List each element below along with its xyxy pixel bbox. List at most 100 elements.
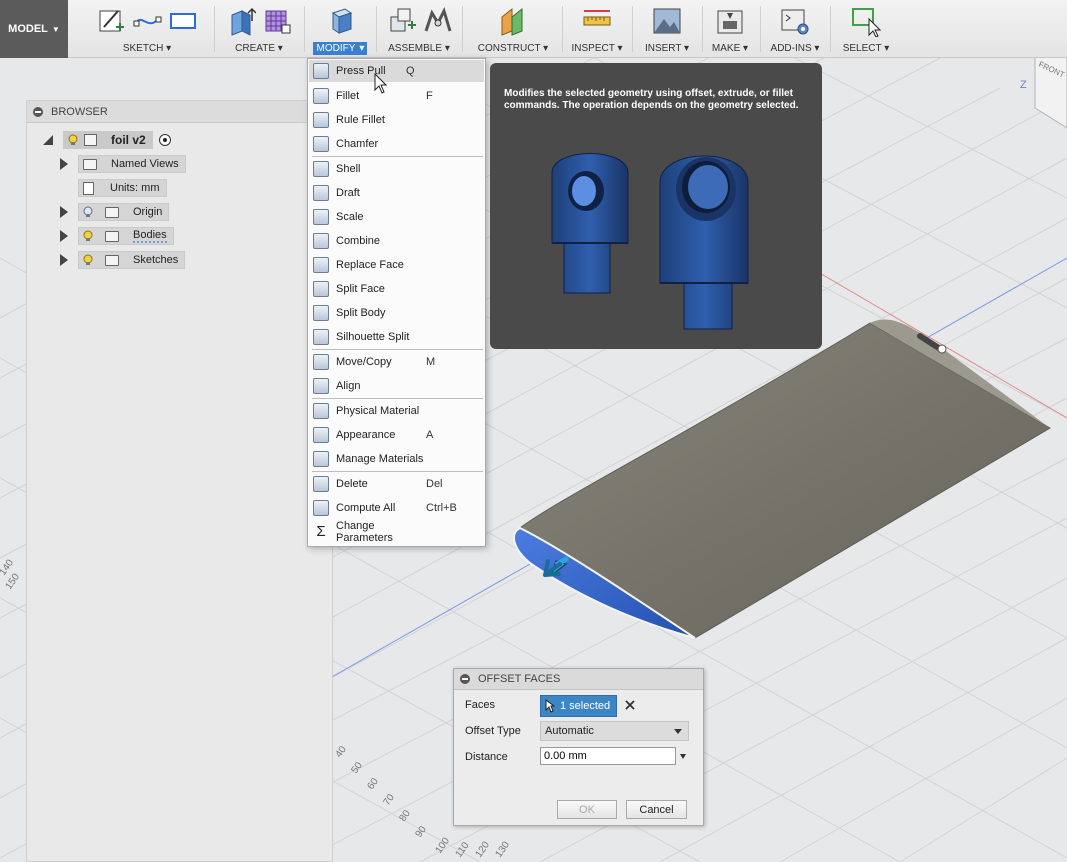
menu-item-compute-all[interactable]: Compute All Ctrl+B: [309, 497, 484, 519]
menu-item-align[interactable]: Align: [309, 375, 484, 397]
expand-icon[interactable]: [60, 254, 68, 266]
offset-faces-dialog: OFFSET FACES Faces 1 selected Offset Typ…: [453, 668, 704, 826]
menu-item-manage-materials[interactable]: Manage Materials: [309, 448, 484, 470]
line-icon[interactable]: [132, 5, 162, 37]
measure-icon[interactable]: [582, 5, 612, 37]
distance-input[interactable]: [540, 747, 676, 765]
scripts-addins-icon[interactable]: [780, 5, 810, 37]
menu-item-label: Change Parameters: [336, 520, 393, 544]
browser-header[interactable]: BROWSER: [27, 101, 332, 123]
faces-selection-button[interactable]: 1 selected: [540, 695, 617, 717]
expand-icon[interactable]: [60, 158, 68, 170]
combine-icon: [313, 233, 329, 249]
toolbar-group-construct[interactable]: CONSTRUCT ▾: [474, 0, 552, 58]
collapse-icon[interactable]: [460, 674, 470, 684]
menu-item-change-parameters[interactable]: Σ Change Parameters: [309, 520, 484, 544]
menu-item-fillet[interactable]: Fillet F: [309, 85, 484, 107]
menu-item-appearance[interactable]: Appearance A: [309, 424, 484, 446]
menu-item-label: Scale: [336, 211, 364, 223]
toolbar-group-inspect[interactable]: INSPECT ▾: [566, 0, 628, 58]
toolbar-group-sketch[interactable]: SKETCH ▾: [84, 0, 210, 58]
collapse-icon[interactable]: [33, 106, 43, 117]
create-sketch-icon[interactable]: [96, 5, 126, 37]
toolbar-group-modify[interactable]: MODIFY ▾: [306, 0, 374, 58]
toolbar-label-assemble: ASSEMBLE: [388, 43, 443, 54]
browser-item-bodies[interactable]: Bodies: [60, 227, 174, 245]
3d-print-icon[interactable]: [715, 5, 745, 37]
extrude-icon[interactable]: [226, 5, 257, 37]
new-component-icon[interactable]: [386, 5, 416, 37]
browser-item-label: Origin: [133, 206, 163, 218]
menu-item-label: Shell: [336, 163, 361, 175]
menu-item-combine[interactable]: Combine: [309, 230, 484, 252]
menu-item-label: Compute All: [336, 502, 396, 514]
menu-item-split-face[interactable]: Split Face: [309, 278, 484, 300]
press-pull-tool-icon[interactable]: [325, 5, 355, 37]
joint-icon[interactable]: [422, 5, 452, 37]
tooltip-illustration: [551, 153, 749, 330]
toolbar-label-inspect: INSPECT: [571, 43, 615, 54]
menu-item-label: Combine: [336, 235, 381, 247]
distance-dropdown-icon[interactable]: [680, 754, 686, 759]
offset-plane-icon[interactable]: [498, 5, 528, 37]
menu-item-split-body[interactable]: Split Body: [309, 302, 484, 324]
browser-item-label: Sketches: [133, 254, 179, 266]
browser-item-sketches[interactable]: Sketches: [60, 251, 186, 269]
toolbar-group-select[interactable]: SELECT ▾: [834, 0, 898, 58]
menu-item-silhouette-split[interactable]: Silhouette Split: [309, 326, 484, 348]
ok-button[interactable]: OK: [557, 800, 617, 819]
menu-item-move-copy[interactable]: Move/Copy M: [309, 351, 484, 373]
clear-selection-icon[interactable]: [624, 698, 636, 712]
menu-item-delete[interactable]: Delete Del: [309, 473, 484, 495]
toolbar-group-insert[interactable]: INSERT ▾: [636, 0, 698, 58]
menu-item-physical-material[interactable]: Physical Material: [309, 400, 484, 422]
expand-open-icon[interactable]: [43, 135, 53, 145]
menu-item-chamfer[interactable]: Chamfer: [309, 133, 484, 155]
rectangle-icon[interactable]: [168, 5, 198, 37]
toolbar-group-create[interactable]: CREATE ▾: [218, 0, 300, 58]
box-grid-icon[interactable]: [262, 5, 292, 37]
cancel-button[interactable]: Cancel: [626, 800, 687, 819]
toolbar-group-make[interactable]: MAKE ▾: [704, 0, 756, 58]
offset-type-value: Automatic: [545, 725, 594, 737]
folder-icon: [105, 254, 119, 266]
workspace-switcher-button[interactable]: MODEL ▼: [0, 0, 68, 58]
expand-icon[interactable]: [60, 230, 68, 242]
lightbulb-on-icon[interactable]: [83, 254, 93, 266]
toolbar-group-add-ins[interactable]: ADD-INS ▾: [764, 0, 826, 58]
menu-item-press-pull[interactable]: Press Pull Q: [309, 60, 484, 82]
browser-item-units[interactable]: Units: mm: [78, 179, 167, 197]
lightbulb-off-icon[interactable]: [83, 206, 93, 218]
menu-item-scale[interactable]: Scale: [309, 206, 484, 228]
browser-item-named-views[interactable]: Named Views: [60, 155, 186, 173]
fillet-icon: [313, 88, 329, 104]
toolbar-group-assemble[interactable]: ASSEMBLE ▾: [380, 0, 458, 58]
menu-item-label: Split Body: [336, 307, 386, 319]
toolbar-separator: [760, 6, 761, 52]
chevron-down-icon: [674, 729, 682, 734]
menu-item-replace-face[interactable]: Replace Face: [309, 254, 484, 276]
menu-item-shortcut: Del: [426, 478, 443, 490]
lightbulb-on-icon[interactable]: [68, 134, 78, 146]
browser-item-origin[interactable]: Origin: [60, 203, 170, 221]
menu-item-draft[interactable]: Draft: [309, 182, 484, 204]
menu-item-shell[interactable]: Shell: [309, 158, 484, 180]
menu-item-rule-fillet[interactable]: Rule Fillet: [309, 109, 484, 131]
toolbar-label-insert: INSERT: [644, 43, 682, 54]
expand-icon[interactable]: [60, 206, 68, 218]
activate-radio-icon[interactable]: [158, 134, 171, 146]
toolbar-label-add-ins: ADD-INS: [770, 43, 812, 54]
browser-root-node[interactable]: foil v2: [43, 131, 171, 149]
menu-separator: [312, 349, 483, 350]
dialog-header[interactable]: OFFSET FACES: [454, 669, 703, 690]
split-face-icon: [313, 281, 329, 297]
silhouette-split-icon: [313, 329, 329, 345]
offset-type-dropdown[interactable]: Automatic: [540, 721, 689, 741]
draft-icon: [313, 185, 329, 201]
menu-item-label: Chamfer: [336, 138, 379, 150]
browser-item-label: Bodies: [133, 229, 167, 243]
lightbulb-on-icon[interactable]: [83, 230, 93, 242]
appearance-icon: [313, 427, 329, 443]
insert-image-icon[interactable]: [652, 5, 682, 37]
select-cursor-icon[interactable]: [851, 5, 882, 38]
